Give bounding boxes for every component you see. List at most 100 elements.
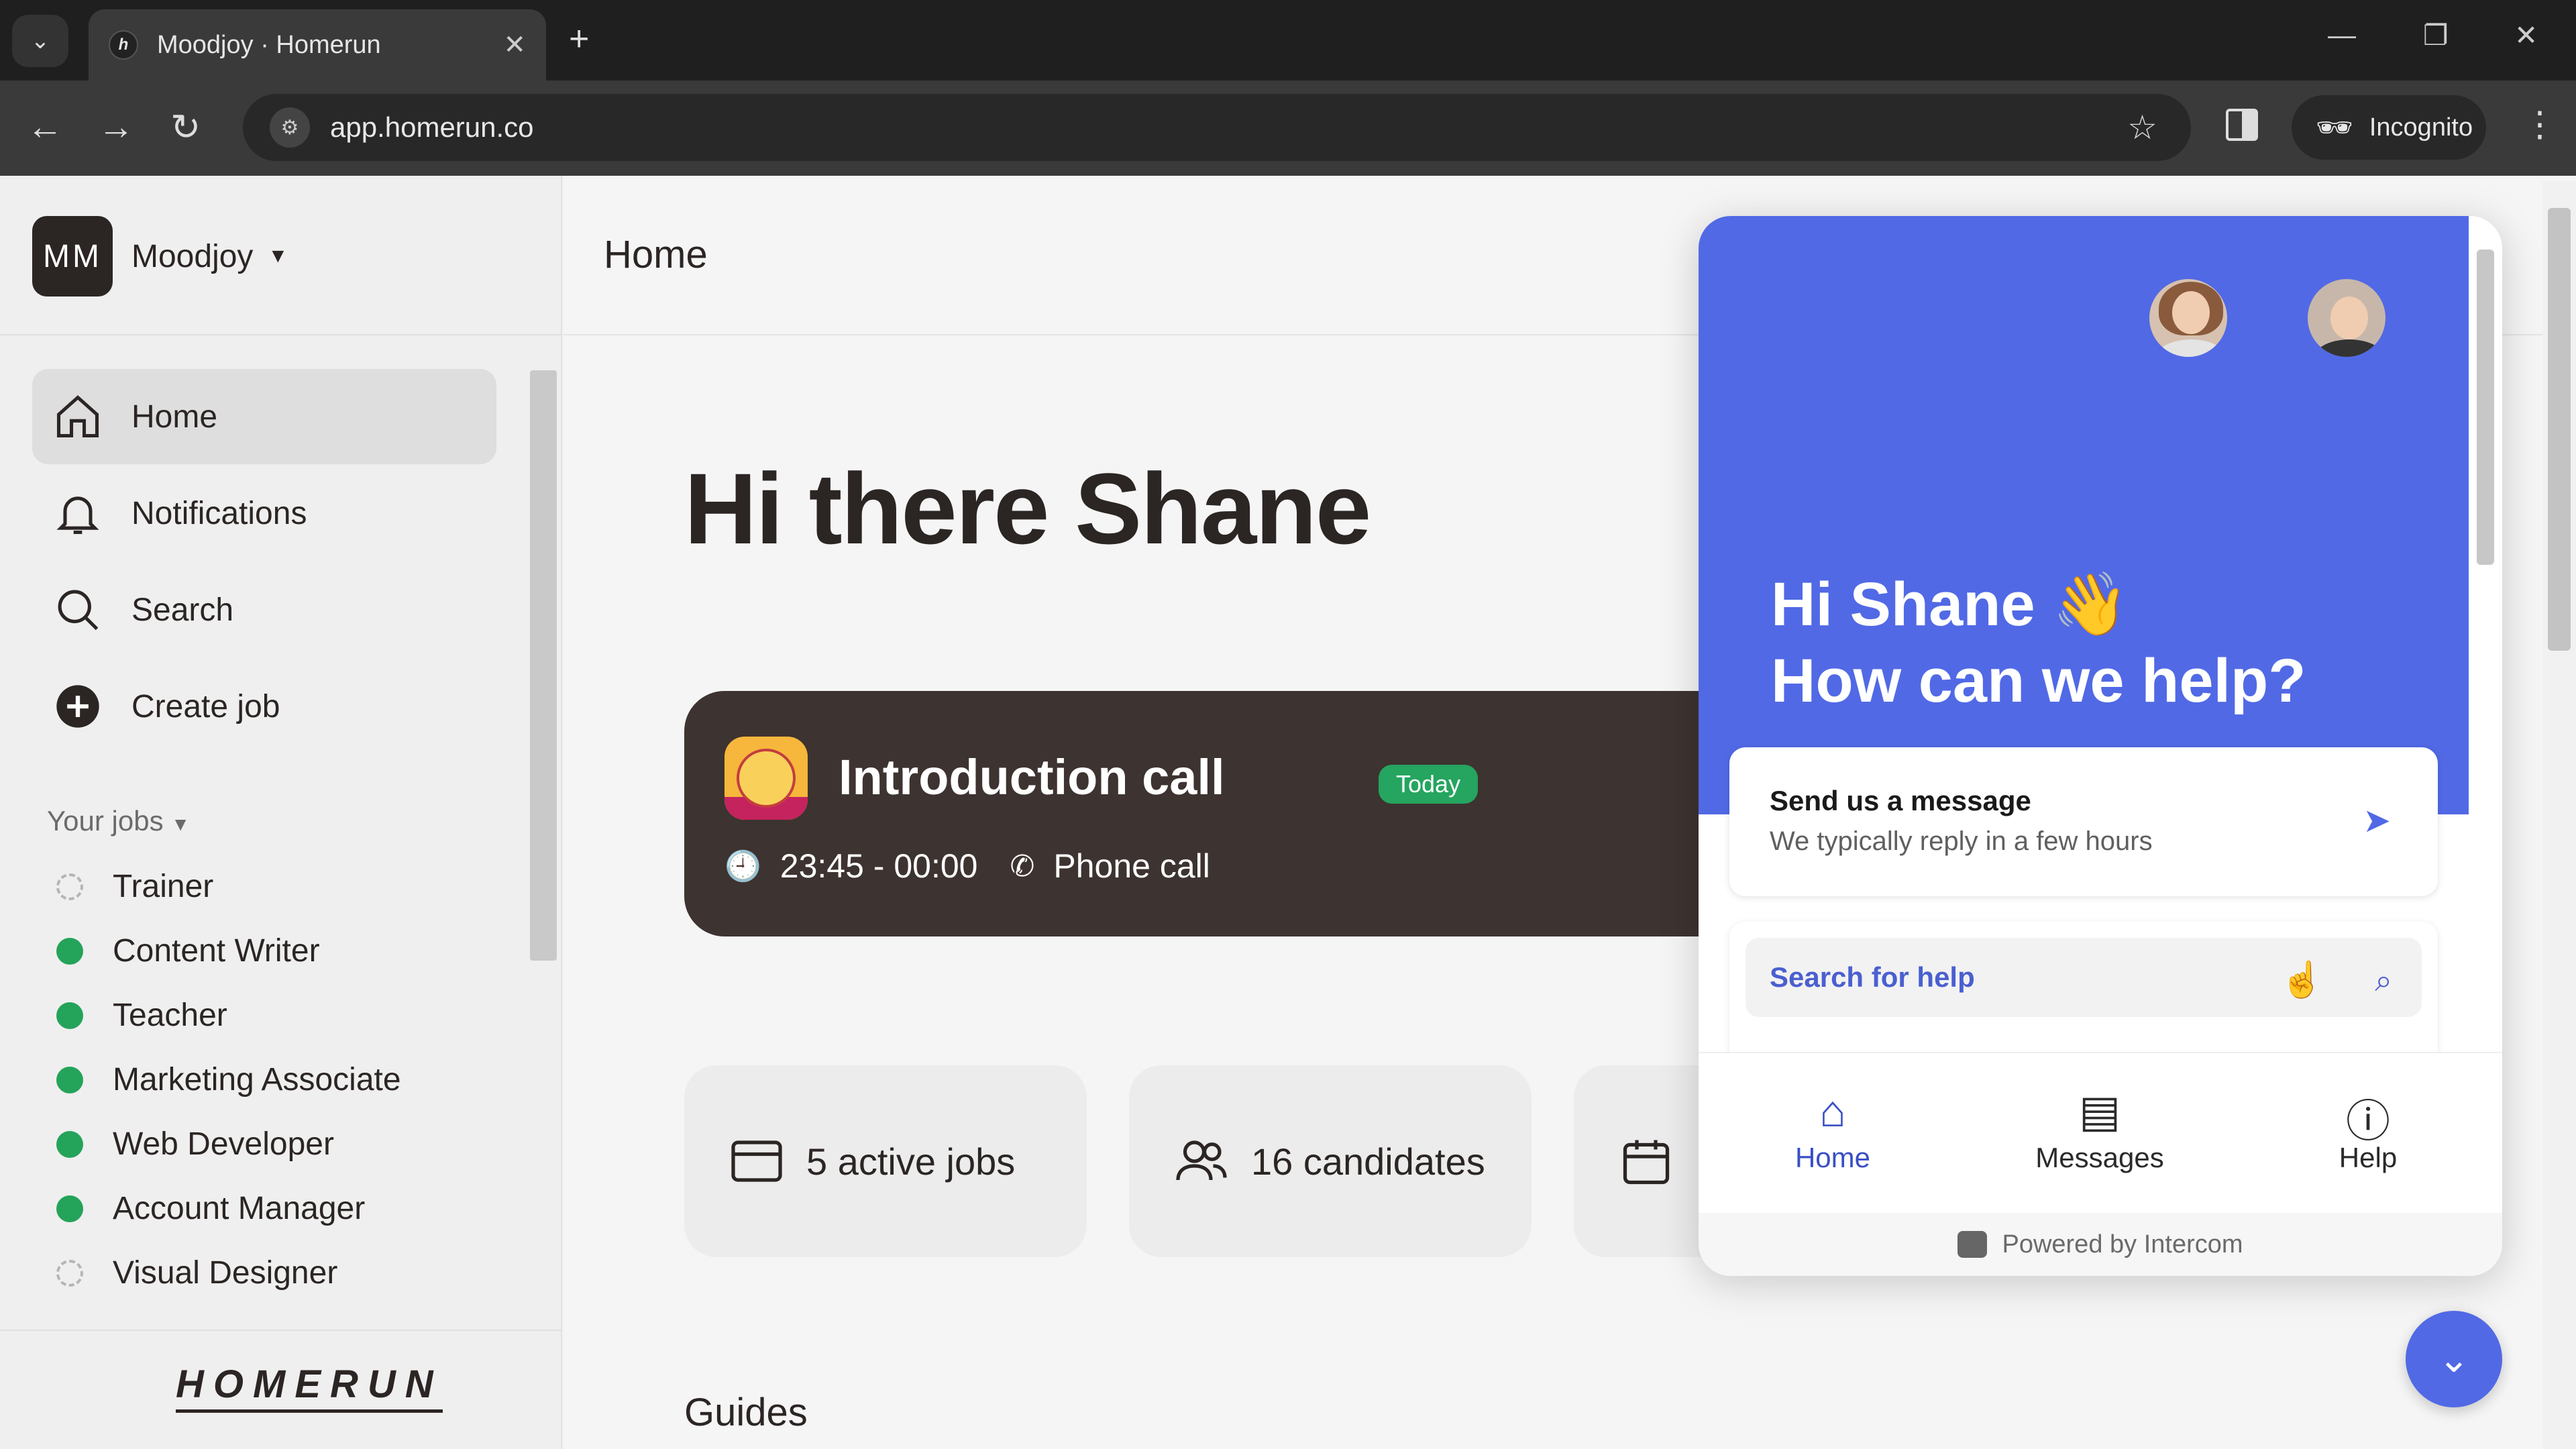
candidates-stat[interactable]: 16 candidates [1129,1065,1532,1257]
sidebar-item-label: Search [131,592,234,628]
page-scrollbar[interactable] [2542,181,2576,1449]
job-item-trainer[interactable]: Trainer [56,868,213,905]
greeting-heading: Hi there Shane [684,452,1371,565]
org-switcher[interactable]: MM Moodjoy ▼ [32,216,288,297]
your-jobs-toggle[interactable]: Your jobs ▼ [47,805,190,837]
side-panel-icon[interactable] [2226,109,2258,141]
stat-label: 5 active jobs [806,1140,1016,1183]
chevron-down-icon: ⌄ [2438,1338,2470,1380]
home-icon: ⌂ [1819,1086,1846,1136]
help-icon: ⓘ [2346,1096,2390,1146]
caret-down-icon: ▼ [171,814,190,835]
back-arrow-icon[interactable]: ← [27,106,63,148]
job-title: Content Writer [113,933,320,969]
sidebar-item-label: Create job [131,688,280,724]
incognito-label: Incognito [2369,113,2473,142]
active-status-icon [56,937,83,965]
upcoming-event-card[interactable]: Introduction call Today 🕘 23:45 - 00:00 … [684,691,1825,936]
bookmark-star-icon[interactable]: ☆ [2127,108,2157,147]
search-icon [58,590,99,631]
tab-label: Messages [2035,1142,2164,1173]
draft-status-icon [56,1259,83,1287]
event-time: 23:45 - 00:00 [780,847,978,885]
active-jobs-stat[interactable]: 5 active jobs [684,1065,1087,1257]
job-item-teacher[interactable]: Teacher [56,997,227,1034]
tab-close-icon[interactable]: ✕ [503,30,526,60]
restore-icon[interactable]: ❐ [2423,19,2449,52]
greeting-line: Hi Shane 👋 [1771,570,2129,639]
home-icon [56,395,99,438]
sidebar-scrollbar[interactable] [530,370,557,1350]
active-status-icon [56,1066,83,1093]
scrollbar-thumb[interactable] [2548,208,2571,651]
your-jobs-label: Your jobs [47,805,164,837]
bell-icon [56,496,99,535]
intercom-tab-home[interactable]: ⌂ Home [1746,1085,1920,1174]
reload-icon[interactable]: ↻ [170,106,201,148]
search-icon[interactable]: ⌕ [2375,962,2392,1000]
job-item-content-writer[interactable]: Content Writer [56,932,320,969]
intercom-tab-messages[interactable]: ▤ Messages [2012,1085,2187,1174]
omnibox[interactable]: ⚙ app.homerun.co ☆ [243,94,2191,161]
active-status-icon [56,1195,83,1222]
send-message-card[interactable]: Send us a message We typically reply in … [1729,747,2438,896]
homerun-favicon-icon: h [109,30,138,60]
job-item-account-manager[interactable]: Account Manager [56,1190,365,1227]
org-avatar: MM [32,216,113,297]
job-item-web-developer[interactable]: Web Developer [56,1126,334,1163]
url-text: app.homerun.co [330,111,534,143]
job-title: Marketing Associate [113,1062,401,1097]
forward-arrow-icon[interactable]: → [98,106,134,148]
event-type: Phone call [1053,847,1210,885]
minimize-icon[interactable]: — [2328,19,2356,51]
sidebar: MM Moodjoy ▼ Home Notifications Search C… [0,176,562,1449]
address-bar-row: ← → ↻ ⚙ app.homerun.co ☆ 🕶 Incognito ⋮ [0,80,2576,176]
intercom-tab-bar: ⌂ Home ▤ Messages ⓘ Help [1699,1052,2502,1213]
plus-circle-icon [56,685,99,728]
job-item-visual-designer[interactable]: Visual Designer [56,1254,337,1291]
help-search-card: ☝ ⌕ [1729,922,2438,1056]
browser-tab[interactable]: h Moodjoy · Homerun ✕ [89,9,546,80]
tab-label: Home [1794,1142,1871,1173]
sidebar-item-create-job[interactable]: Create job [32,659,496,754]
sidebar-item-search[interactable]: Search [32,562,496,657]
event-details: 🕘 23:45 - 00:00 ✆ Phone call [724,847,1210,885]
browser-menu-icon[interactable]: ⋮ [2522,105,2557,145]
job-title: Trainer [113,869,214,904]
intercom-launcher-button[interactable]: ⌄ [2406,1311,2502,1407]
org-name: Moodjoy [131,238,254,274]
incognito-icon: 🕶 [2316,111,2353,144]
intercom-greeting: Hi Shane 👋 How can we help? [1771,566,2306,719]
job-title: Teacher [113,998,227,1033]
sidebar-item-home[interactable]: Home [32,369,496,464]
intercom-header: Hi Shane 👋 How can we help? [1699,216,2469,814]
active-status-icon [56,1130,83,1158]
pointer-cursor-icon: ☝ [2280,961,2324,1000]
intercom-tab-help[interactable]: ⓘ Help [2281,1085,2455,1174]
tab-label: Help [2339,1142,2398,1173]
powered-by-footer[interactable]: Powered by Intercom [1699,1213,2502,1276]
sidebar-item-notifications[interactable]: Notifications [32,466,496,561]
guides-heading: Guides [684,1391,808,1434]
job-item-marketing-associate[interactable]: Marketing Associate [56,1061,401,1098]
clock-icon: 🕘 [724,850,761,883]
sidebar-item-label: Home [131,398,218,435]
messages-icon: ▤ [2078,1086,2121,1136]
intercom-scrollbar[interactable] [2473,223,2497,1048]
candidate-avatar [724,737,808,820]
page-title: Home [604,233,708,276]
powered-by-text: Powered by Intercom [2002,1230,2243,1258]
scrollbar-thumb[interactable] [530,370,557,961]
intercom-logo-icon [1957,1231,1988,1258]
send-arrow-icon: ➤ [2363,802,2391,839]
tab-search-dropdown-icon[interactable]: ⌄ [12,15,68,67]
scrollbar-thumb[interactable] [2477,250,2494,565]
new-tab-button[interactable]: + [569,19,589,59]
support-agent-avatar [2147,276,2230,360]
sidebar-divider [0,1330,562,1331]
window-close-icon[interactable]: ✕ [2514,19,2538,52]
send-message-title: Send us a message [1770,785,2031,816]
support-agent-avatar [2305,276,2388,360]
site-settings-icon[interactable]: ⚙ [270,107,310,148]
incognito-indicator[interactable]: 🕶 Incognito [2292,95,2486,160]
